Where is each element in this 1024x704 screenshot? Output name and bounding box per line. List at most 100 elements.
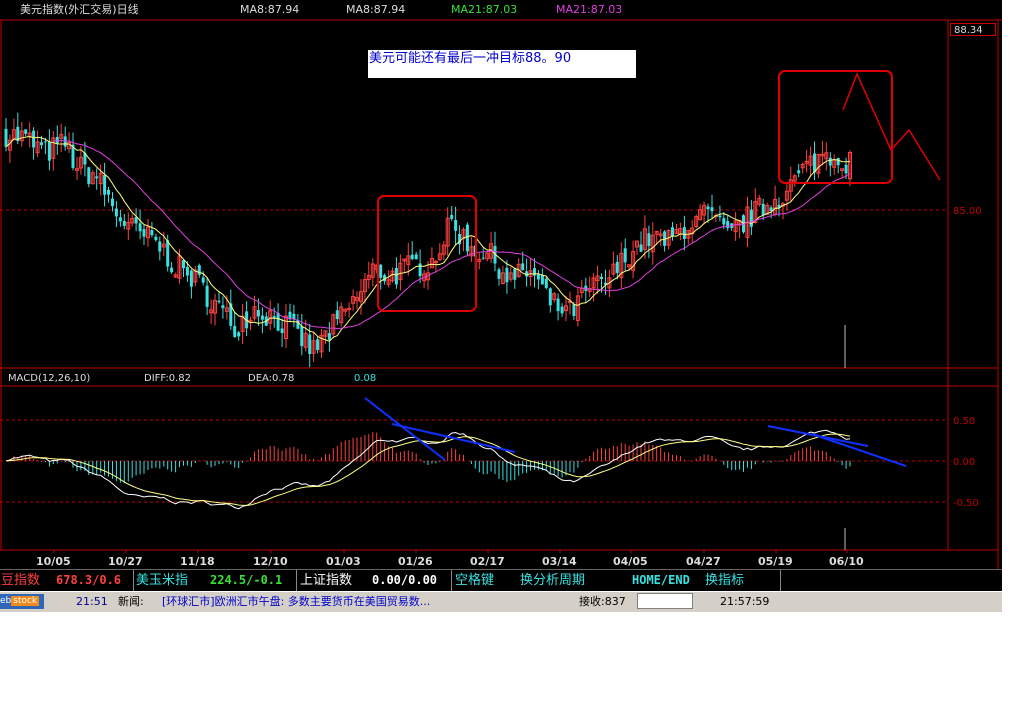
candle-body [481, 257, 485, 259]
macd-tick-label: -0.50 [953, 498, 979, 509]
candle-body [706, 206, 710, 210]
candle-body [836, 158, 840, 166]
candle-body [540, 275, 544, 285]
ticker-value-soy: 678.3/0.6 [56, 573, 122, 587]
date-tick-label: 05/19 [758, 555, 793, 568]
candle-body [201, 277, 205, 283]
candle-body [280, 328, 284, 333]
candle-body [828, 157, 832, 166]
news-label: 新闻: [118, 595, 144, 608]
date-tick-label: 01/03 [326, 555, 361, 568]
price-tick-label: 85.00 [953, 206, 982, 217]
ticker-divider [296, 570, 297, 591]
candle-body [813, 153, 816, 173]
news-time: 21:51 [76, 595, 108, 608]
candle-body [615, 261, 619, 273]
candle-body [749, 209, 753, 227]
candle-body [327, 333, 331, 340]
candle-body [272, 316, 276, 318]
candle-body [154, 236, 158, 241]
app-logo: eb stock [0, 594, 44, 609]
date-tick-label: 04/27 [686, 555, 721, 568]
candle-body [572, 304, 576, 316]
command-input[interactable] [637, 593, 693, 609]
candle-body [560, 306, 564, 314]
macd-label: MACD(12,26,10) [8, 373, 90, 384]
candle-body [465, 224, 469, 252]
candle-body [95, 176, 99, 179]
candle-body [166, 240, 170, 267]
candle-body [111, 198, 114, 207]
ticker-divider [451, 570, 452, 591]
candle-body [308, 334, 312, 354]
candle-body [103, 175, 107, 195]
candle-body [63, 136, 67, 147]
hint-space-key: 空格键 [455, 573, 495, 588]
candle-body [347, 307, 352, 310]
candle-body [647, 233, 651, 246]
candle-body [797, 170, 801, 174]
candle-body [256, 310, 260, 317]
candle-body [43, 141, 47, 143]
last-price-box: 88.34 [950, 23, 996, 36]
candle-body [4, 128, 8, 147]
ma21-readout-2: MA21:87.03 [556, 3, 623, 16]
candle-body [197, 265, 201, 275]
candle-body [450, 214, 454, 219]
chart-terminal: 85.00 0.50 0.00 -0.50 10/05 10/27 11/18 12/… [0, 0, 1002, 612]
candle-body [671, 227, 674, 237]
logo-text: eb [0, 596, 12, 606]
ticker-name-soy[interactable]: 豆指数 [1, 571, 40, 590]
candle-body [379, 264, 383, 278]
ticker-bar: 豆指数 678.3/0.6 美玉米指 224.5/-0.1 上证指数 0.00/… [0, 569, 1002, 591]
chart-title: 美元指数(外汇交易)日线 [20, 3, 139, 16]
date-tick-label: 12/10 [253, 555, 288, 568]
chart-canvas[interactable]: 85.00 0.50 0.00 -0.50 10/05 10/27 11/18 12/… [0, 0, 1002, 570]
ticker-value-sse: 0.00/0.00 [372, 573, 438, 587]
candle-body [217, 300, 221, 303]
clock: 21:57:59 [720, 595, 770, 608]
candle-body [142, 229, 146, 237]
candle-body [544, 278, 548, 288]
candle-body [710, 207, 714, 212]
news-headline-link[interactable]: [环球汇市]欧洲汇市午盘: 多数主要货币在美国贸易数... [162, 594, 430, 610]
date-tick-label: 11/18 [180, 555, 215, 568]
candle-body [410, 254, 414, 260]
candle-body [556, 298, 560, 312]
candle-body [55, 137, 59, 144]
date-tick-label: 06/10 [829, 555, 864, 568]
candle-body [623, 248, 627, 263]
candle-body [107, 189, 110, 195]
candle-body [185, 267, 189, 276]
candle-body [32, 130, 36, 148]
candle-body [189, 270, 193, 287]
candle-body [114, 208, 118, 217]
date-tick-label: 01/26 [398, 555, 433, 568]
candle-body [300, 326, 304, 347]
candle-body [722, 218, 726, 225]
date-tick-label: 10/05 [36, 555, 71, 568]
hint-home-end-key: HOME/END [632, 573, 690, 587]
status-bar: eb stock 21:51 新闻: [环球汇市]欧洲汇市午盘: 多数主要货币在美… [0, 591, 1002, 612]
candle-body [505, 267, 509, 283]
candle-body [276, 312, 280, 331]
candle-body [221, 305, 225, 309]
ticker-name-corn[interactable]: 美玉米指 [136, 571, 188, 590]
receive-count: 接收:837 [579, 595, 626, 608]
macd-dea-value: DEA:0.78 [248, 373, 294, 384]
ma8-readout: MA8:87.94 [240, 3, 300, 16]
candle-body [718, 215, 722, 218]
hint-home-end-action: 换指标 [705, 573, 745, 588]
candle-body [237, 332, 241, 337]
candle-body [122, 220, 126, 226]
ticker-name-sse[interactable]: 上证指数 [300, 571, 352, 590]
candle-body [205, 285, 209, 307]
candle-body [548, 288, 552, 306]
macd-tick-label: 0.50 [953, 416, 975, 427]
hint-space-action: 换分析周期 [520, 573, 586, 588]
date-tick-label: 10/27 [108, 555, 143, 568]
candle-body [726, 221, 730, 229]
candle-body [47, 141, 51, 161]
candle-body [118, 217, 122, 222]
macd-tick-label: 0.00 [953, 457, 975, 468]
